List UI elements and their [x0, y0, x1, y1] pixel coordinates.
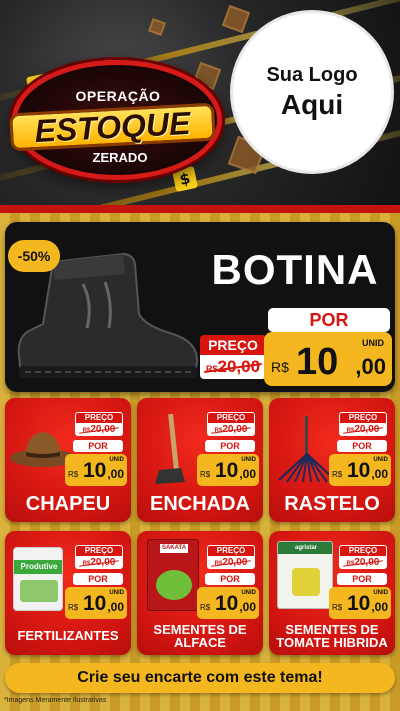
new-price-tag: UNID R$ 10 ,00 — [329, 454, 391, 486]
product-card-rastelo[interactable]: PREÇO R$20,00 POR UNID R$ 10 ,00 RASTELO — [269, 398, 395, 522]
preco-label: PREÇO — [75, 545, 123, 556]
card-title: RASTELO — [284, 493, 380, 515]
por-label: POR — [268, 308, 390, 332]
old-price: R$20,00 — [75, 556, 123, 569]
badge-bottom-text: ZERADO — [92, 150, 148, 165]
currency: R$ — [271, 359, 289, 375]
cta-button[interactable]: Crie seu encarte com este tema! — [5, 663, 395, 693]
new-price-tag: UNID R$ 10 ,00 — [65, 587, 127, 619]
box-icon — [148, 18, 166, 36]
preco-label: PREÇO — [339, 545, 387, 556]
por-label: POR — [205, 573, 255, 585]
product-card-enchada[interactable]: PREÇO R$20,00 POR UNID R$ 10 ,00 ENCHADA — [137, 398, 263, 522]
preco-label: PREÇO — [200, 335, 266, 355]
por-label: POR — [73, 573, 123, 585]
por-label: POR — [337, 440, 387, 452]
por-label: POR — [337, 573, 387, 585]
new-price-tag: UNID R$ 10 ,00 — [264, 332, 392, 386]
price-decimal: ,00 — [355, 354, 386, 379]
new-price-tag: UNID R$ 10 ,00 — [197, 587, 259, 619]
new-price-tag: UNID R$ 10 ,00 — [65, 454, 127, 486]
card-title: FERTILIZANTES — [17, 628, 119, 643]
new-price-tag: UNID R$ 10 ,00 — [197, 454, 259, 486]
discount-badge: -50% — [8, 240, 60, 272]
old-price: R$20,00 — [339, 556, 387, 569]
badge-top-text: OPERAÇÃO — [75, 88, 161, 104]
packet-brand: SAKATA — [160, 544, 188, 553]
disclaimer-text: *Imagens Meramente Ilustrativas — [4, 697, 107, 704]
featured-title: BOTINA — [211, 246, 379, 293]
packet-brand: agristar — [278, 542, 332, 554]
price-integer: 10 — [296, 341, 339, 383]
preco-label: PREÇO — [75, 412, 123, 423]
unid-label: UNID — [362, 338, 384, 348]
por-label: POR — [73, 440, 123, 452]
logo-text-line2: Aqui — [280, 88, 344, 120]
por-label: POR — [205, 440, 255, 452]
product-card-chapeu[interactable]: PREÇO R$20,00 POR UNID R$ 10 ,00 CHAPEU — [5, 398, 131, 522]
bag-brand: Produtive — [14, 560, 62, 574]
card-title-line2: TOMATE HIBRIDA — [276, 635, 388, 650]
product-card-sementes-alface[interactable]: SAKATA PREÇO R$20,00 POR UNID R$ 10 ,00 … — [137, 531, 263, 655]
card-title: SEMENTES DE TOMATE HIBRIDA — [269, 623, 395, 649]
old-price: R$20,00 — [207, 423, 255, 436]
card-title: ENCHADA — [150, 493, 250, 515]
box-icon — [221, 4, 251, 34]
preco-label: PREÇO — [207, 412, 255, 423]
preco-label: PREÇO — [207, 545, 255, 556]
card-title: CHAPEU — [25, 493, 111, 515]
preco-label: PREÇO — [339, 412, 387, 423]
card-title-line2: ALFACE — [174, 635, 226, 650]
logo-placeholder[interactable]: Sua Logo Aqui — [230, 10, 394, 174]
dollar-icon: $ — [171, 165, 199, 193]
product-card-fertilizantes[interactable]: Produtive PREÇO R$20,00 POR UNID R$ 10 ,… — [5, 531, 131, 655]
divider-strip — [0, 205, 400, 213]
new-price-tag: UNID R$ 10 ,00 — [329, 587, 391, 619]
old-price: R$20,00 — [339, 423, 387, 436]
old-price: R$20,00 — [75, 423, 123, 436]
logo-text-line1: Sua Logo — [266, 63, 358, 86]
old-price: R$20,00 — [207, 556, 255, 569]
card-title: SEMENTES DE ALFACE — [137, 623, 263, 649]
product-card-sementes-tomate[interactable]: agristar PREÇO R$20,00 POR UNID R$ 10 ,0… — [269, 531, 395, 655]
old-price: R$20,00 — [200, 355, 266, 379]
